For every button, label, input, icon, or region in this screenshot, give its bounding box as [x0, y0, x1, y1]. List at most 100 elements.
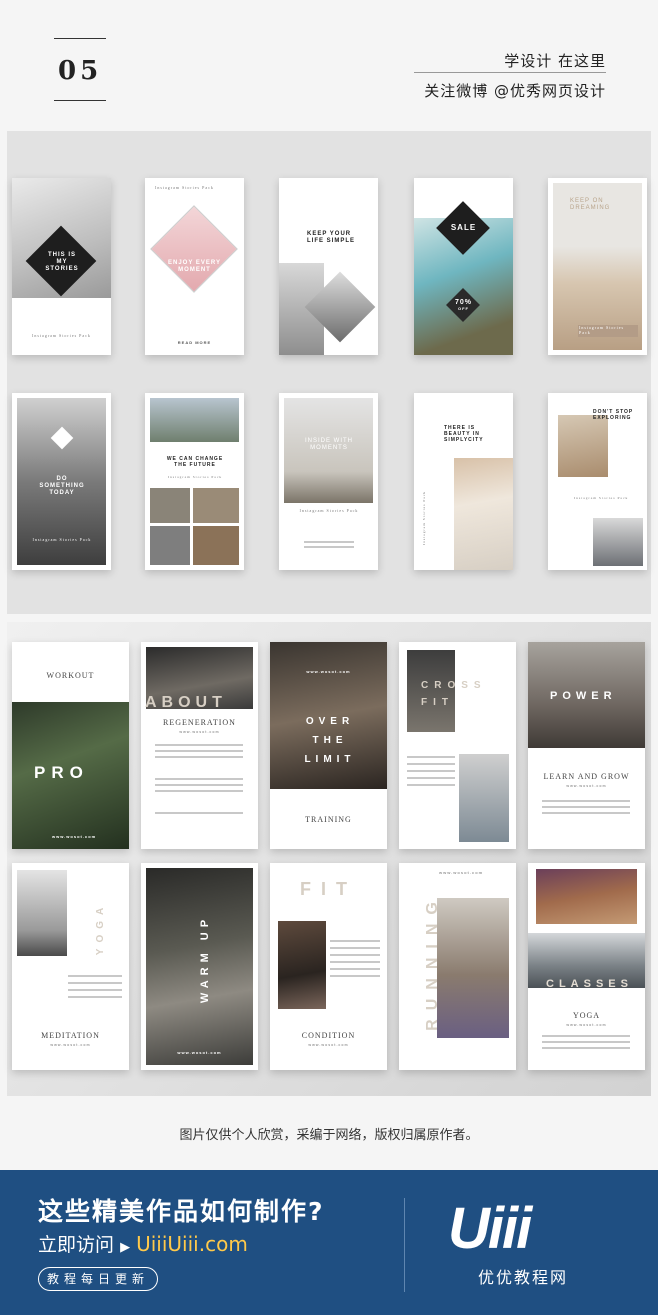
fitness-title: TRAINING [305, 815, 352, 824]
fitness-text-lines [542, 1047, 630, 1049]
uiii-logo[interactable]: Uiii [448, 1200, 532, 1258]
fitness-text-lines [330, 954, 380, 956]
story-headline: KEEP ON DREAMING [570, 198, 611, 212]
story-card-1: THIS IS MY STORIES Instagram Stories Pac… [12, 178, 111, 355]
fitness-text-lines [155, 744, 243, 746]
fitness-title: YOGA [572, 1011, 601, 1020]
fitness-text-lines [542, 806, 630, 808]
fitness-title: CONDITION [301, 1031, 356, 1040]
fitness-big-word: CROSS FIT [421, 680, 487, 708]
fitness-card-6: YOGA MEDITATION www.wosot.com [12, 863, 129, 1070]
story-caption: Instagram Stories Pack [299, 508, 359, 513]
story-caption: Instagram Stories Pack [421, 490, 426, 546]
story-photo [593, 518, 643, 566]
story-caption: Instagram Stories Pack [32, 333, 91, 338]
story-headline: INSIDE WITH MOMENTS [305, 438, 353, 452]
fitness-url: www.wosot.com [439, 870, 484, 875]
story-text-lines [304, 546, 354, 548]
fitness-text-lines [330, 968, 380, 970]
fitness-big-word: PRO [34, 763, 89, 782]
fitness-card-10: CLASSES YOGA www.wosot.com [528, 863, 645, 1070]
number-top-rule [54, 38, 106, 39]
number-bottom-rule [54, 100, 106, 101]
fitness-text-lines [155, 750, 243, 752]
story-card-5: KEEP ON DREAMING Instagram Stories Pack [548, 178, 647, 355]
story-card-7: WE CAN CHANGE THE FUTURE Instagram Stori… [145, 393, 244, 570]
story-footer: READ MORE [177, 340, 212, 345]
fitness-big-word: YOGA [95, 901, 107, 956]
story-card-8: INSIDE WITH MOMENTS Instagram Stories Pa… [279, 393, 378, 570]
fitness-text-lines [542, 1041, 630, 1043]
fitness-big-word: OVER THE LIMIT [304, 716, 356, 765]
play-arrow-icon: ▶ [120, 1240, 131, 1255]
fitness-text-lines [155, 756, 243, 758]
footer-divider [404, 1198, 405, 1292]
fitness-url: www.wosot.com [50, 1043, 91, 1047]
story-diamond [150, 205, 238, 293]
tagline-learn-design: 学设计 在这里 [504, 52, 606, 70]
story-card-10: DON'T STOP EXPLORING Instagram Stories P… [548, 393, 647, 570]
story-photo [193, 488, 239, 523]
story-headline: THIS IS MY STORIES [45, 252, 79, 273]
fitness-card-8: FIT CONDITION www.wosot.com [270, 863, 387, 1070]
footer-visit-label: 立即访问 [38, 1234, 115, 1256]
story-photo [193, 526, 239, 565]
fitness-photo [459, 754, 509, 842]
fitness-text-lines [155, 784, 243, 786]
story-photo [558, 415, 608, 477]
story-photo [150, 398, 239, 442]
fitness-card-2: ABOUT REGENERATION www.wosot.com [141, 642, 258, 849]
fitness-url: www.wosot.com [177, 1050, 222, 1055]
fitness-text-lines [155, 778, 243, 780]
fitness-card-9: www.wosot.com RUNNING [399, 863, 516, 1070]
fitness-text-lines [330, 961, 380, 963]
fitness-card-3: www.wosot.com OVER THE LIMIT TRAINING [270, 642, 387, 849]
story-off: OFF [458, 306, 469, 311]
fitness-top-label: WORKOUT [46, 671, 95, 680]
story-headline: SALE [450, 223, 477, 232]
story-caption: Instagram Stories Pack [574, 496, 629, 500]
story-caption: Instagram Stories Pack [155, 185, 214, 190]
fitness-text-lines [330, 940, 380, 942]
footer-banner[interactable]: 这些精美作品如何制作? 立即访问 ▶ UiiiUiii.com 教程每日更新 U… [0, 1170, 658, 1315]
fitness-big-word: FIT [300, 879, 357, 899]
footer-update-pill: 教程每日更新 [38, 1267, 159, 1291]
fitness-url: www.wosot.com [306, 669, 351, 674]
fitness-photo [278, 921, 326, 1009]
fitness-title: REGENERATION [163, 718, 236, 727]
story-card-6: DO SOMETHING TODAY Instagram Stories Pac… [12, 393, 111, 570]
fitness-url: www.wosot.com [566, 784, 607, 788]
fitness-photo [437, 898, 509, 1038]
footer-visit-line: 立即访问 ▶ UiiiUiii.com [38, 1230, 248, 1257]
fitness-url: www.wosot.com [566, 1023, 607, 1027]
fitness-title: LEARN AND GROW [543, 772, 630, 781]
story-card-3: KEEP YOUR LIFE SIMPLE [279, 178, 378, 355]
gallery-panel-fitness: WORKOUT PRO www.wosot.com ABOUT REGENERA… [7, 622, 651, 1096]
story-photo [454, 458, 513, 570]
story-caption: Instagram Stories Pack [167, 475, 223, 479]
story-caption: Instagram Stories Pack [578, 325, 638, 337]
story-caption: Instagram Stories Pack [32, 537, 92, 542]
fitness-text-lines [155, 812, 243, 814]
fitness-text-lines [68, 996, 122, 998]
gallery-panel-stories: THIS IS MY STORIES Instagram Stories Pac… [7, 131, 651, 614]
story-headline: ENJOY EVERY MOMENT [167, 260, 222, 274]
story-headline: DON'T STOP EXPLORING [593, 409, 634, 421]
fitness-photo [17, 870, 67, 956]
fitness-card-1: WORKOUT PRO www.wosot.com [12, 642, 129, 849]
footer-url-link[interactable]: UiiiUiii.com [136, 1232, 248, 1256]
fitness-url: www.wosot.com [179, 730, 220, 734]
fitness-big-word: POWER [550, 690, 617, 702]
fitness-photo [536, 869, 637, 924]
fitness-text-lines [542, 812, 630, 814]
fitness-text-lines [68, 989, 122, 991]
fitness-card-5: POWER LEARN AND GROW www.wosot.com [528, 642, 645, 849]
fitness-big-word: CLASSES [546, 978, 633, 990]
fitness-card-4: CROSS FIT [399, 642, 516, 849]
fitness-text-lines [407, 784, 455, 786]
logo-subtitle: 优优教程网 [478, 1268, 569, 1287]
fitness-text-lines [407, 777, 455, 779]
fitness-text-lines [407, 756, 455, 758]
fitness-url: www.wosot.com [52, 834, 97, 839]
story-headline: WE CAN CHANGE THE FUTURE [166, 456, 224, 468]
